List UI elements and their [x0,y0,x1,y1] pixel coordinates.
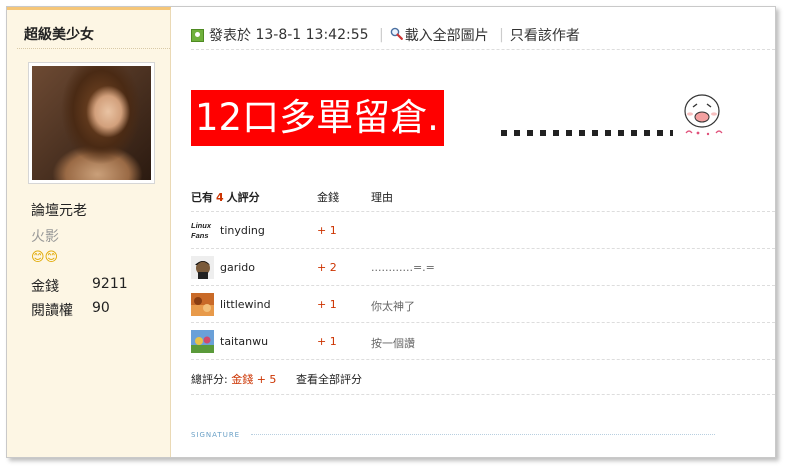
rater-score: + 1 [317,298,337,311]
separator: | [499,27,504,43]
user-avatar[interactable]: Linux Fans [191,219,214,242]
table-row: taitanwu + 1 按一個讚 [191,322,775,359]
post-main: 發表於 13-8-1 13:42:55 | 載入全部圖片 | 只看該作者 12口多單… [171,7,775,457]
column-money: 金錢 [317,191,339,204]
table-row: Linux Fans tinyding + 1 [191,211,775,248]
rating-header: 已有 4 人評分 金錢 理由 [191,181,775,211]
table-row: garido + 2 ............=.= [191,248,775,285]
rater-name[interactable]: taitanwu [220,335,268,348]
rater-score: + 2 [317,261,337,274]
signature-label: SIGNATURE [191,431,241,439]
separator: | [378,27,384,43]
dotted-decoration [501,130,673,136]
signature-divider [251,434,715,435]
divider [17,48,170,49]
total-label: 總評分: [191,373,228,386]
author-star-title: 火影 [31,229,59,245]
rating-table: 已有 4 人評分 金錢 理由 Linux Fans tinyding + 1 g… [191,181,775,395]
rating-suffix: 人評分 [226,191,260,204]
stat-label: 閱讀權 [31,303,73,319]
column-reason: 理由 [371,191,393,204]
avatar-text: Fans [191,231,209,240]
rating-prefix: 已有 [191,191,213,204]
rater-reason: ............=.= [371,261,435,274]
rating-count-label: 已有 4 人評分 [191,189,260,205]
only-author-link[interactable]: 只看該作者 [510,28,580,44]
user-avatar[interactable] [191,330,214,353]
stat-label: 金錢 [31,279,59,295]
rating-count: 4 [216,191,224,204]
posted-time: 13-8-1 13:42:55 [255,27,369,43]
rater-name[interactable]: littlewind [220,298,271,311]
rater-reason: 按一個讚 [371,337,415,350]
online-user-icon [191,28,204,42]
user-avatar[interactable] [191,293,214,316]
rater-reason: 你太神了 [371,300,415,313]
table-row: littlewind + 1 你太神了 [191,285,775,322]
user-avatar[interactable] [191,256,214,279]
load-all-images-link[interactable]: 載入全部圖片 [405,28,489,44]
avatar-photo [32,66,151,180]
author-avatar[interactable] [28,62,155,184]
stat-value: 9211 [92,276,128,292]
rater-name[interactable]: tinyding [220,224,265,237]
rating-summary: 總評分: 金錢 + 5 查看全部評分 [191,359,775,395]
divider [191,49,775,50]
post-meta-bar: 發表於 13-8-1 13:42:55 | 載入全部圖片 | 只看該作者 [191,25,580,45]
smiley-sticker-icon [684,94,723,136]
stat-money: 金錢 9211 [31,276,128,296]
author-name[interactable]: 超級美少女 [24,24,94,44]
author-rank: 論壇元老 [31,203,87,219]
total-value: 金錢 + 5 [231,373,277,386]
rater-score: + 1 [317,335,337,348]
posted-label: 發表於 [209,28,251,44]
author-sidebar: 超級美少女 論壇元老 火影 😊😊 金錢 9211 閱讀權 90 [7,7,171,457]
view-all-ratings-link[interactable]: 查看全部評分 [296,371,362,387]
rater-name[interactable]: garido [220,261,255,274]
smiley-icons: 😊😊 [31,250,59,265]
magnifier-icon [390,27,403,44]
stat-read-permission: 閱讀權 90 [31,300,110,320]
post-title-banner: 12口多單留倉. [191,90,444,146]
stat-value: 90 [92,300,110,316]
rater-score: + 1 [317,224,337,237]
total-score: 總評分: 金錢 + 5 [191,371,276,387]
post-frame: 超級美少女 論壇元老 火影 😊😊 金錢 9211 閱讀權 90 發表於 13-8… [6,6,776,458]
avatar-text: Linux [191,221,212,230]
